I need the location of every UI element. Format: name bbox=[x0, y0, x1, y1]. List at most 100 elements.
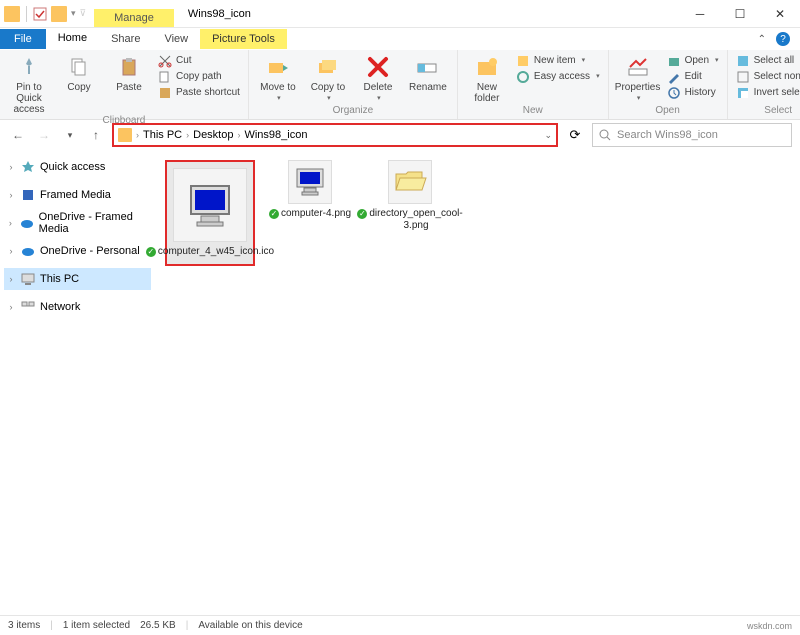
paste-button[interactable]: Paste bbox=[108, 54, 150, 93]
breadcrumb-item[interactable]: This PC bbox=[143, 129, 182, 141]
content-pane[interactable]: ✓computer_4_w45_icon.ico ✓computer-4.png… bbox=[155, 150, 800, 615]
file-name: computer-4.png bbox=[281, 208, 351, 220]
folder-icon[interactable] bbox=[51, 6, 67, 22]
sync-icon: ✓ bbox=[269, 209, 279, 219]
nav-quick-access[interactable]: ›Quick access bbox=[4, 156, 151, 178]
cut-button[interactable]: Cut bbox=[158, 54, 240, 68]
body: ›Quick access ›Framed Media ›OneDrive - … bbox=[0, 150, 800, 615]
watermark: wskdn.com bbox=[747, 621, 792, 631]
select-group: Select all Select none Invert selection … bbox=[728, 50, 800, 119]
paste-shortcut-icon bbox=[158, 86, 172, 100]
search-icon bbox=[599, 129, 611, 141]
address-bar[interactable]: › This PC › Desktop › Wins98_icon ⌄ bbox=[112, 123, 558, 147]
nav-pane: ›Quick access ›Framed Media ›OneDrive - … bbox=[0, 150, 155, 615]
nav-framed-media[interactable]: ›Framed Media bbox=[4, 184, 151, 206]
copy-button[interactable]: Copy bbox=[58, 54, 100, 93]
checkbox-icon[interactable] bbox=[33, 7, 47, 21]
refresh-button[interactable]: ⟳ bbox=[564, 124, 586, 146]
invert-selection-button[interactable]: Invert selection bbox=[736, 86, 800, 100]
file-thumbnail bbox=[288, 160, 332, 204]
status-size: 26.5 KB bbox=[140, 620, 176, 631]
status-availability: Available on this device bbox=[198, 620, 302, 631]
new-group-label: New bbox=[466, 105, 600, 117]
pin-button[interactable]: Pin to Quick access bbox=[8, 54, 50, 115]
title-bar: ▾ ⊽ Manage Wins98_icon ─ ☐ ✕ bbox=[0, 0, 800, 28]
rename-button[interactable]: Rename bbox=[407, 54, 449, 93]
select-all-button[interactable]: Select all bbox=[736, 54, 800, 68]
file-item[interactable]: ✓directory_open_cool-3.png bbox=[365, 160, 455, 232]
new-folder-button[interactable]: New folder bbox=[466, 54, 508, 104]
ribbon-right: ⌃ ? bbox=[758, 32, 800, 46]
file-tab[interactable]: File bbox=[0, 29, 46, 49]
back-button[interactable]: ← bbox=[8, 125, 28, 145]
history-button[interactable]: History bbox=[667, 86, 719, 100]
chevron-icon: › bbox=[136, 130, 139, 140]
breadcrumb-item[interactable]: Wins98_icon bbox=[244, 129, 307, 141]
edit-button[interactable]: Edit bbox=[667, 70, 719, 84]
copy-to-button[interactable]: Copy to▾ bbox=[307, 54, 349, 103]
search-box[interactable]: Search Wins98_icon bbox=[592, 123, 792, 147]
recent-dropdown[interactable]: ▾ bbox=[60, 125, 80, 145]
chevron-icon: › bbox=[237, 130, 240, 140]
app-icon bbox=[4, 6, 20, 22]
copy-path-button[interactable]: Copy path bbox=[158, 70, 240, 84]
open-folder-icon bbox=[392, 164, 428, 200]
building-icon bbox=[20, 187, 36, 203]
select-none-icon bbox=[736, 70, 750, 84]
view-tab[interactable]: View bbox=[152, 29, 200, 49]
file-item[interactable]: ✓computer_4_w45_icon.ico bbox=[165, 160, 255, 266]
file-thumbnail bbox=[388, 160, 432, 204]
nav-onedrive-fm[interactable]: ›OneDrive - Framed Media bbox=[4, 212, 151, 234]
network-icon bbox=[20, 299, 36, 315]
close-button[interactable]: ✕ bbox=[760, 0, 800, 28]
share-tab[interactable]: Share bbox=[99, 29, 152, 49]
properties-icon bbox=[626, 55, 650, 79]
properties-button[interactable]: Properties▾ bbox=[617, 54, 659, 103]
help-icon[interactable]: ? bbox=[776, 32, 790, 46]
new-group: New folder New item▾ Easy access▾ New bbox=[458, 50, 609, 119]
breadcrumb-item[interactable]: Desktop bbox=[193, 129, 233, 141]
maximize-button[interactable]: ☐ bbox=[720, 0, 760, 28]
move-to-button[interactable]: Move to▾ bbox=[257, 54, 299, 103]
home-tab[interactable]: Home bbox=[46, 28, 99, 50]
new-item-button[interactable]: New item▾ bbox=[516, 54, 600, 68]
status-count: 3 items bbox=[8, 620, 40, 631]
easy-access-button[interactable]: Easy access▾ bbox=[516, 70, 600, 84]
nav-onedrive-personal[interactable]: ›OneDrive - Personal bbox=[4, 240, 151, 262]
qat-dropdown-icon[interactable]: ▾ bbox=[71, 8, 76, 19]
new-folder-icon bbox=[475, 55, 499, 79]
file-item[interactable]: ✓computer-4.png bbox=[265, 160, 355, 220]
select-none-button[interactable]: Select none bbox=[736, 70, 800, 84]
open-button[interactable]: Open▾ bbox=[667, 54, 719, 68]
monitor-icon bbox=[292, 164, 328, 200]
address-dropdown-icon[interactable]: ⌄ bbox=[544, 130, 552, 141]
picture-tools-tab[interactable]: Picture Tools bbox=[200, 29, 287, 49]
paste-label: Paste bbox=[116, 82, 142, 93]
star-icon bbox=[20, 159, 36, 175]
minimize-button[interactable]: ─ bbox=[680, 0, 720, 28]
select-group-label: Select bbox=[736, 105, 800, 117]
nav-row: ← → ▾ ↑ › This PC › Desktop › Wins98_ico… bbox=[0, 120, 800, 150]
organize-group: Move to▾ Copy to▾ Delete▾ Rename Organiz… bbox=[249, 50, 458, 119]
nav-this-pc[interactable]: ›This PC bbox=[4, 268, 151, 290]
pin-icon bbox=[18, 56, 40, 78]
nav-network[interactable]: ›Network bbox=[4, 296, 151, 318]
clipboard-group: Pin to Quick access Copy Paste Cut Copy … bbox=[0, 50, 249, 119]
pin-label: Pin to Quick access bbox=[8, 82, 50, 115]
paste-icon bbox=[118, 56, 140, 78]
copy-icon bbox=[68, 56, 90, 78]
quick-access-toolbar: ▾ ⊽ bbox=[0, 0, 90, 27]
window-controls: ─ ☐ ✕ bbox=[680, 0, 800, 28]
cut-icon bbox=[158, 54, 172, 68]
forward-button[interactable]: → bbox=[34, 125, 54, 145]
sync-icon: ✓ bbox=[357, 209, 367, 219]
open-icon bbox=[667, 54, 681, 68]
monitor-icon bbox=[183, 178, 237, 232]
separator bbox=[26, 6, 27, 22]
delete-button[interactable]: Delete▾ bbox=[357, 54, 399, 103]
up-button[interactable]: ↑ bbox=[86, 125, 106, 145]
paste-shortcut-button[interactable]: Paste shortcut bbox=[158, 86, 240, 100]
edit-icon bbox=[667, 70, 681, 84]
collapse-ribbon-icon[interactable]: ⌃ bbox=[758, 34, 766, 45]
ribbon: Pin to Quick access Copy Paste Cut Copy … bbox=[0, 50, 800, 120]
